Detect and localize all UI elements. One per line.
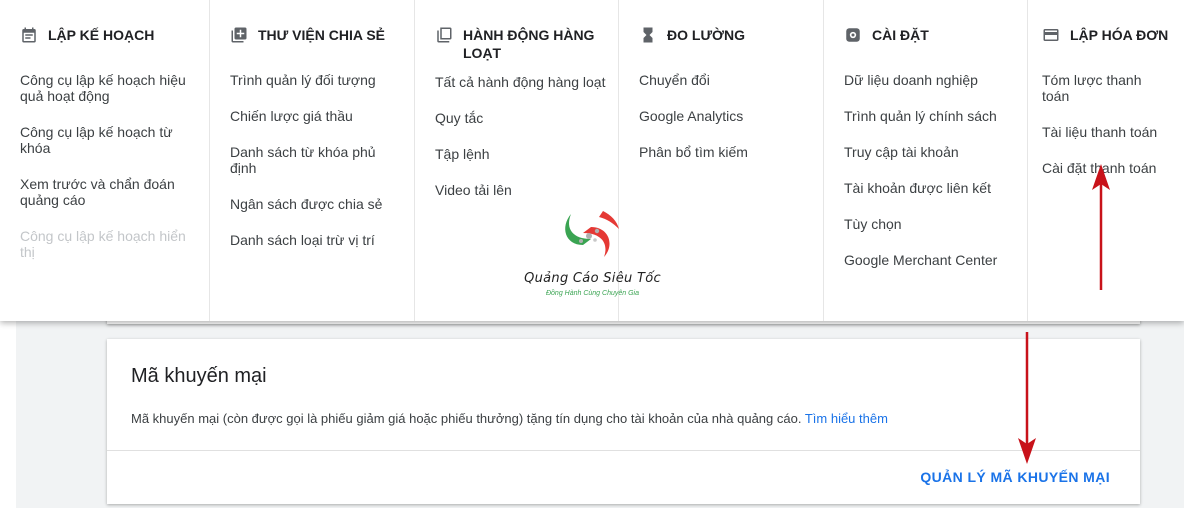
menu-item-search-attribution[interactable]: Phân bổ tìm kiếm xyxy=(639,144,823,160)
menu-column-title: ĐO LƯỜNG xyxy=(667,27,745,43)
menu-item-billing-summary[interactable]: Tóm lược thanh toán xyxy=(1042,72,1184,104)
menu-column-planning: LẬP KẾ HOẠCH Công cụ lập kế hoạch hiệu q… xyxy=(0,0,209,321)
menu-item-rules[interactable]: Quy tắc xyxy=(435,110,618,126)
menu-item-negative-keyword-lists[interactable]: Danh sách từ khóa phủ định xyxy=(230,144,414,176)
menu-item-audience-manager[interactable]: Trình quản lý đối tượng xyxy=(230,72,414,88)
menu-item-billing-settings[interactable]: Cài đặt thanh toán xyxy=(1042,160,1184,176)
card-divider xyxy=(107,450,1140,451)
menu-item-ad-preview[interactable]: Xem trước và chẩn đoán quảng cáo xyxy=(20,176,209,208)
menu-item-billing-documents[interactable]: Tài liệu thanh toán xyxy=(1042,124,1184,140)
promo-code-description: Mã khuyến mại (còn được gọi là phiếu giả… xyxy=(131,411,888,426)
menu-item-keyword-planner[interactable]: Công cụ lập kế hoạch từ khóa xyxy=(20,124,209,156)
promo-description-text: Mã khuyến mại (còn được gọi là phiếu giả… xyxy=(131,411,802,426)
hourglass-icon xyxy=(643,27,653,43)
page-background-strip xyxy=(0,320,16,508)
menu-item-all-bulk-actions[interactable]: Tất cả hành động hàng loạt xyxy=(435,74,618,90)
calendar-icon xyxy=(22,27,36,43)
menu-item-account-access[interactable]: Truy cập tài khoản xyxy=(844,144,1027,160)
menu-column-title: LẬP HÓA ĐƠN xyxy=(1070,27,1169,43)
promo-code-card: Mã khuyến mại Mã khuyến mại (còn được gọ… xyxy=(107,339,1140,504)
menu-item-display-planner: Công cụ lập kế hoạch hiển thị xyxy=(20,228,186,260)
menu-item-shared-budgets[interactable]: Ngân sách được chia sẻ xyxy=(230,196,414,212)
menu-item-linked-accounts[interactable]: Tài khoản được liên kết xyxy=(844,180,1027,196)
watermark-logo: Quảng Cáo Siêu Tốc Đồng Hành Cùng Chuyên… xyxy=(505,205,680,305)
menu-item-google-analytics[interactable]: Google Analytics xyxy=(639,108,823,124)
watermark-brand-name: Quảng Cáo Siêu Tốc xyxy=(524,271,661,286)
credit-card-icon xyxy=(1043,29,1059,41)
menu-item-google-merchant-center[interactable]: Google Merchant Center xyxy=(844,252,1027,268)
logo-emblem-icon xyxy=(565,211,619,257)
copy-icon xyxy=(437,27,452,43)
learn-more-link[interactable]: Tìm hiểu thêm xyxy=(805,411,888,426)
menu-column-title: HÀNH ĐỘNG HÀNG LOẠT xyxy=(463,27,595,61)
menu-column-title: LẬP KẾ HOẠCH xyxy=(48,27,155,43)
settings-icon xyxy=(846,28,860,42)
menu-column-setup: CÀI ĐẶT Dữ liệu doanh nghiệp Trình quản … xyxy=(823,0,1027,321)
menu-item-scripts[interactable]: Tập lệnh xyxy=(435,146,618,162)
watermark-tagline: Đồng Hành Cùng Chuyên Gia xyxy=(545,290,639,297)
library-icon xyxy=(231,27,247,43)
menu-item-bid-strategies[interactable]: Chiến lược giá thầu xyxy=(230,108,414,124)
menu-item-business-data[interactable]: Dữ liệu doanh nghiệp xyxy=(844,72,1027,88)
menu-item-uploads[interactable]: Video tải lên xyxy=(435,182,618,198)
menu-column-title: CÀI ĐẶT xyxy=(872,27,929,43)
promo-code-title: Mã khuyến mại xyxy=(131,365,267,387)
menu-item-policy-manager[interactable]: Trình quản lý chính sách xyxy=(844,108,1027,124)
annotation-arrow-up xyxy=(1092,164,1110,290)
annotation-arrow-down xyxy=(1018,332,1036,464)
menu-item-performance-planner[interactable]: Công cụ lập kế hoạch hiệu quả hoạt động xyxy=(20,72,209,104)
menu-item-placement-exclusion-lists[interactable]: Danh sách loại trừ vị trí xyxy=(230,232,414,248)
menu-item-preferences[interactable]: Tùy chọn xyxy=(844,216,1027,232)
manage-promo-codes-button[interactable]: QUẢN LÝ MÃ KHUYẾN MẠI xyxy=(920,469,1110,485)
menu-column-title: THƯ VIỆN CHIA SẺ xyxy=(258,27,385,43)
menu-item-conversions[interactable]: Chuyển đổi xyxy=(639,72,823,88)
menu-column-shared-library: THƯ VIỆN CHIA SẺ Trình quản lý đối tượng… xyxy=(209,0,414,321)
